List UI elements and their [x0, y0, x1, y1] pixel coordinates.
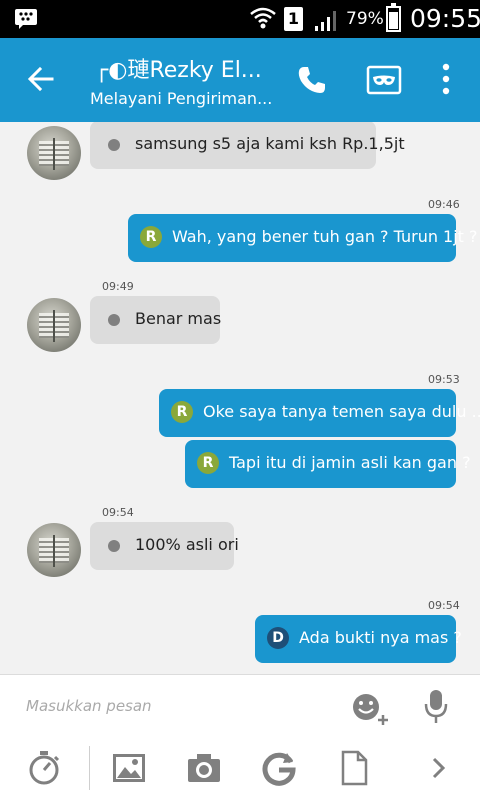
bbm-notification-icon	[15, 9, 37, 29]
message-timestamp: 09:46	[428, 198, 460, 211]
message-bubble-incoming[interactable]: 100% asli ori	[90, 522, 239, 570]
back-arrow-icon[interactable]	[26, 64, 56, 94]
overflow-menu-icon[interactable]	[438, 62, 454, 96]
message-timestamp: 09:54	[428, 599, 460, 612]
message-timestamp: 09:54	[102, 506, 134, 519]
microphone-icon[interactable]	[424, 689, 448, 725]
message-text: Tapi itu di jamin asli kan gan ?	[229, 453, 471, 472]
read-receipt-badge: R	[140, 226, 162, 248]
private-chat-mask-icon[interactable]	[366, 64, 402, 96]
battery-percent: 79%	[346, 9, 384, 29]
message-text: samsung s5 aja kami ksh Rp.1,5jt	[135, 134, 405, 153]
message-list[interactable]: samsung s5 aja kami ksh Rp.1,5jt 09:46 R…	[0, 122, 480, 674]
clock: 09:55	[410, 4, 480, 33]
timer-icon[interactable]	[26, 750, 62, 786]
read-status-dot	[108, 540, 120, 552]
message-input[interactable]: Masukkan pesan	[26, 697, 152, 715]
status-bar: 1 79% 09:55	[0, 0, 480, 38]
message-bubble-outgoing[interactable]: R Oke saya tanya temen saya dulu ..	[159, 389, 480, 437]
contact-avatar[interactable]	[27, 126, 81, 180]
wifi-icon	[250, 7, 276, 29]
contact-avatar[interactable]	[27, 523, 81, 577]
read-receipt-badge: R	[197, 452, 219, 474]
message-text: 100% asli ori	[135, 535, 239, 554]
message-timestamp: 09:53	[428, 373, 460, 386]
contact-status[interactable]: Melayani Pengiriman...	[90, 89, 272, 108]
message-text: Ada bukti nya mas ?	[299, 628, 462, 647]
message-text: Oke saya tanya temen saya dulu ..	[203, 402, 480, 421]
attachment-toolbar	[0, 738, 480, 800]
message-bubble-outgoing[interactable]: D Ada bukti nya mas ?	[255, 615, 462, 663]
document-icon[interactable]	[336, 750, 372, 786]
toolbar-divider	[89, 746, 90, 790]
read-receipt-badge: R	[171, 401, 193, 423]
message-text: Benar mas	[135, 309, 222, 328]
contact-avatar[interactable]	[27, 298, 81, 352]
message-bubble-incoming[interactable]: samsung s5 aja kami ksh Rp.1,5jt	[90, 122, 405, 169]
delivered-receipt-badge: D	[267, 627, 289, 649]
refresh-g-icon[interactable]	[261, 750, 297, 786]
battery-icon	[386, 3, 401, 32]
emoji-add-icon[interactable]	[350, 691, 390, 727]
battery-fill	[389, 12, 398, 29]
sim-indicator: 1	[284, 7, 303, 31]
phone-call-icon[interactable]	[296, 64, 328, 96]
message-text: Wah, yang bener tuh gan ? Turun 1jt ?	[172, 227, 478, 246]
message-timestamp: 09:49	[102, 280, 134, 293]
signal-icon	[315, 11, 336, 31]
image-icon[interactable]	[111, 750, 147, 786]
compose-bar: Masukkan pesan	[0, 674, 480, 738]
message-bubble-outgoing[interactable]: R Wah, yang bener tuh gan ? Turun 1jt ?	[128, 214, 478, 262]
read-status-dot	[108, 314, 120, 326]
camera-icon[interactable]	[186, 750, 222, 786]
chat-header: ┌◐璉Rezky El... Melayani Pengiriman...	[0, 38, 480, 122]
chevron-right-icon[interactable]	[422, 750, 458, 786]
message-bubble-incoming[interactable]: Benar mas	[90, 296, 222, 344]
contact-name[interactable]: ┌◐璉Rezky El...	[95, 52, 262, 84]
read-status-dot	[108, 139, 120, 151]
message-bubble-outgoing[interactable]: R Tapi itu di jamin asli kan gan ?	[185, 440, 471, 488]
